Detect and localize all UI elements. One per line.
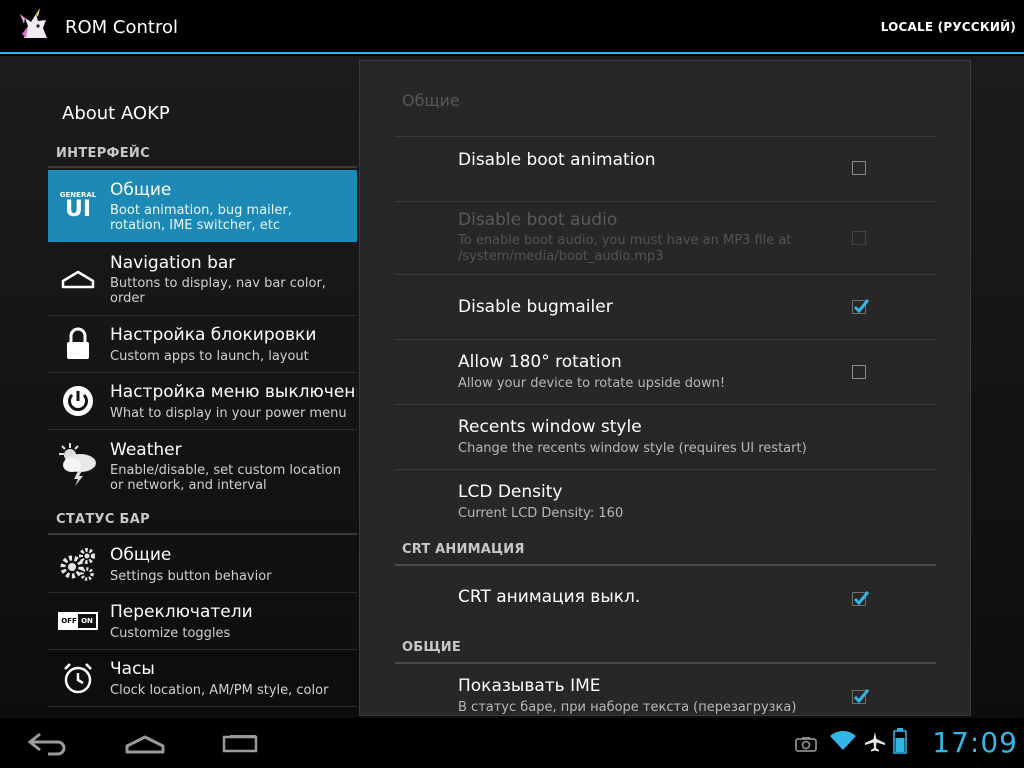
checkmark-icon (853, 591, 870, 606)
header-summary: What to display in your power menu (110, 406, 347, 421)
weather-icon (56, 442, 100, 486)
home-icon[interactable] (125, 734, 165, 754)
battery-icon (893, 728, 907, 754)
action-bar: ROM Control LOCALE (РУССКИЙ) (0, 0, 1024, 54)
screenshot-icon (795, 737, 817, 752)
clock-time: 17:09 (932, 726, 1018, 759)
header-summary: Clock location, AM/PM style, color (110, 683, 329, 698)
header-lockscreen[interactable]: Настройка блокировки Custom apps to laun… (48, 316, 357, 372)
pref-summary: Allow your device to rotate upside down! (458, 376, 726, 391)
lock-icon (56, 322, 100, 366)
content-area: About AOKP ИНТЕРФЕЙС GENERAL UI Общие Bo… (0, 56, 1024, 718)
pref-summary: To enable boot audio, you must have an M… (458, 233, 792, 248)
header-title: Общие (110, 180, 172, 200)
header-title: Настройка блокировки (110, 325, 317, 345)
header-title: Navigation bar (110, 253, 236, 273)
nav-bar-icon (56, 257, 100, 301)
checkbox-disable-boot-animation[interactable] (852, 161, 866, 175)
header-summary: Customize toggles (110, 626, 231, 641)
pref-title: Allow 180° rotation (458, 352, 622, 372)
header-toggles[interactable]: OFF ON Переключатели Customize toggles (48, 593, 357, 649)
checkmark-icon (853, 689, 870, 704)
pref-summary: Change the recents window style (require… (458, 441, 807, 456)
headers-list: About AOKP ИНТЕРФЕЙС GENERAL UI Общие Bo… (0, 56, 357, 718)
header-statusbar-general[interactable]: Общие Settings button behavior (48, 536, 357, 592)
app-title: ROM Control (65, 17, 178, 38)
header-title: Часы (110, 659, 155, 679)
header-summary: Boot animation, bug mailer, rotation, IM… (110, 203, 292, 233)
header-summary: Custom apps to launch, layout (110, 349, 309, 364)
breadcrumb-title: Общие (402, 91, 460, 110)
header-summary: Settings button behavior (110, 569, 272, 584)
airplane-mode-icon (865, 732, 885, 752)
checkbox-crt-animation-off[interactable] (852, 591, 870, 606)
toggles-icon: OFF ON (56, 599, 100, 643)
pref-summary: В статус баре, при наборе текста (переза… (458, 700, 797, 715)
header-divider (48, 706, 357, 707)
header-title: Общие (110, 545, 172, 565)
wifi-icon (830, 730, 856, 750)
pref-title: Recents window style (458, 417, 642, 437)
header-clock[interactable]: Часы Clock location, AM/PM style, color (48, 650, 357, 706)
header-general-ui[interactable]: GENERAL UI Общие Boot animation, bug mai… (48, 170, 357, 242)
unicorn-app-icon[interactable] (16, 8, 54, 46)
pref-title: Показывать IME (458, 676, 601, 696)
category-status-bar: СТАТУС БАР (56, 512, 150, 527)
header-summary: Enable/disable, set custom location or n… (110, 463, 341, 493)
header-navigation-bar[interactable]: Navigation bar Buttons to display, nav b… (48, 243, 357, 315)
header-title: Настройка меню выключения (110, 382, 357, 402)
pref-title: LCD Density (458, 482, 563, 502)
pref-title: Disable boot audio (458, 210, 618, 230)
general-ui-icon: GENERAL UI (59, 190, 97, 222)
about-aokp-item[interactable]: About AOKP (62, 103, 170, 124)
pref-title: Disable bugmailer (458, 297, 613, 317)
category-general: ОБЩИЕ (402, 640, 461, 655)
alarm-clock-icon (56, 656, 100, 700)
checkbox-disable-bugmailer[interactable] (852, 299, 870, 314)
pref-recents-window-style[interactable]: Recents window style Change the recents … (395, 405, 936, 469)
category-crt-animation: CRT АНИМАЦИЯ (402, 542, 525, 557)
pref-summary: Current LCD Density: 160 (458, 506, 624, 521)
locale-button[interactable]: LOCALE (РУССКИЙ) (881, 20, 1016, 34)
header-weather[interactable]: Weather Enable/disable, set custom locat… (48, 430, 357, 502)
back-icon[interactable] (26, 730, 68, 756)
category-interface: ИНТЕРФЕЙС (56, 146, 150, 161)
checkmark-icon (853, 299, 870, 314)
header-title: Weather (110, 440, 182, 460)
power-icon (56, 379, 100, 423)
pref-title: Disable boot animation (458, 150, 656, 170)
header-power-menu[interactable]: Настройка меню выключения What to displa… (48, 373, 357, 429)
header-summary: Buttons to display, nav bar color, order (110, 276, 326, 306)
checkbox-allow-180-rotation[interactable] (852, 365, 866, 379)
system-bar: 17:09 (0, 718, 1024, 768)
gears-icon (56, 542, 100, 586)
pref-lcd-density[interactable]: LCD Density Current LCD Density: 160 (395, 470, 936, 534)
pref-title: CRT анимация выкл. (458, 587, 641, 607)
preferences-panel: Общие Disable boot animation Disable boo… (359, 60, 971, 716)
checkbox-show-ime[interactable] (852, 689, 870, 704)
recents-icon[interactable] (220, 734, 260, 754)
category-divider (48, 533, 357, 535)
checkbox-disable-boot-audio (852, 231, 866, 245)
category-divider (48, 166, 357, 168)
header-title: Переключатели (110, 602, 253, 622)
pref-summary: /system/media/boot_audio.mp3 (458, 249, 664, 264)
